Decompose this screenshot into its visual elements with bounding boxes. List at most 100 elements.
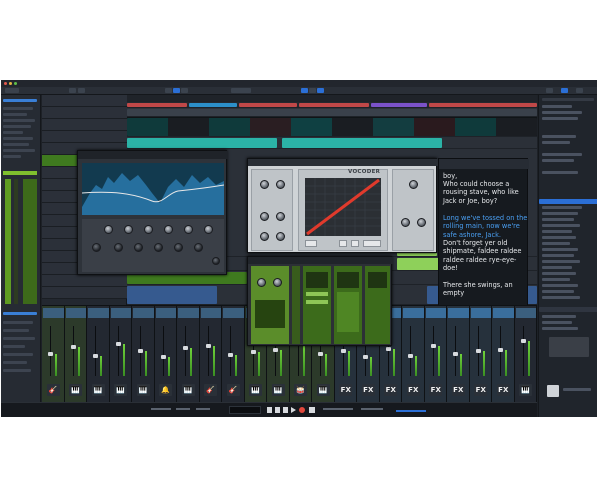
- channel-insert-slots[interactable]: [515, 308, 536, 318]
- browser-item[interactable]: [542, 206, 582, 209]
- vocoder-knob[interactable]: [409, 180, 418, 189]
- arranger-section[interactable]: [371, 103, 427, 107]
- close-window-icon[interactable]: [4, 82, 7, 85]
- channel-fader[interactable]: [138, 349, 144, 353]
- range-tool-button[interactable]: [78, 88, 85, 93]
- browser-item[interactable]: [542, 321, 572, 324]
- inspector-row[interactable]: [3, 107, 33, 110]
- song-selector[interactable]: [5, 88, 19, 93]
- quantize-selector[interactable]: [231, 88, 251, 93]
- browser-item[interactable]: [542, 224, 580, 227]
- audio-lane[interactable]: [127, 137, 537, 149]
- browser-item[interactable]: [542, 266, 572, 269]
- channel-strip[interactable]: 🎹: [177, 306, 200, 402]
- fader-track[interactable]: [522, 326, 524, 376]
- vocoder-knob[interactable]: [276, 212, 285, 221]
- channel-insert-slots[interactable]: [223, 308, 244, 318]
- fader-track[interactable]: [72, 326, 74, 376]
- channel-fader[interactable]: [318, 351, 324, 356]
- track-header[interactable]: [42, 107, 127, 119]
- video-thumbnails[interactable]: [127, 118, 537, 136]
- channel-insert-slots[interactable]: [493, 308, 514, 318]
- channel-fader[interactable]: [340, 349, 346, 353]
- channel-insert-slots[interactable]: [403, 308, 424, 318]
- inspector-channel-name[interactable]: [3, 171, 37, 175]
- browser-item[interactable]: [542, 327, 578, 330]
- inspector-row[interactable]: [3, 337, 35, 340]
- loop-button[interactable]: [309, 407, 315, 413]
- inspector-section-header[interactable]: [3, 312, 37, 315]
- video-track[interactable]: [127, 117, 537, 137]
- instruments-tab-button[interactable]: [561, 88, 568, 93]
- eq-freq-knob[interactable]: [92, 243, 101, 252]
- eq-freq-knob[interactable]: [174, 243, 183, 252]
- inspector-row[interactable]: [3, 131, 23, 134]
- timeline-ruler[interactable]: [127, 95, 537, 102]
- record-button[interactable]: [299, 407, 305, 413]
- vocoder-button[interactable]: [351, 240, 359, 247]
- browser-item[interactable]: [542, 135, 576, 138]
- browser-item[interactable]: [542, 272, 576, 275]
- channel-insert-slots[interactable]: [65, 308, 86, 318]
- browser-item[interactable]: [542, 212, 578, 215]
- vocoder-knob[interactable]: [401, 218, 410, 227]
- channel-strip[interactable]: FX: [402, 306, 425, 402]
- channel-fader[interactable]: [183, 346, 189, 350]
- fader-track[interactable]: [162, 326, 164, 376]
- browser-item[interactable]: [542, 290, 574, 293]
- inspector-row[interactable]: [3, 143, 29, 146]
- fx-slider[interactable]: [306, 300, 328, 304]
- browser-item[interactable]: [542, 117, 578, 120]
- browser-search-field[interactable]: [542, 98, 594, 101]
- effects-tab-button[interactable]: [576, 88, 583, 93]
- eq-band-knob[interactable]: [204, 225, 213, 234]
- channel-insert-slots[interactable]: [200, 308, 221, 318]
- channel-insert-slots[interactable]: [43, 308, 64, 318]
- audio-event[interactable]: [397, 258, 442, 270]
- eq-output-knob[interactable]: [212, 257, 220, 265]
- track-header[interactable]: [42, 287, 127, 299]
- snap-toggle-button[interactable]: [173, 88, 180, 93]
- channel-insert-slots[interactable]: [448, 308, 469, 318]
- channel-fader[interactable]: [273, 347, 279, 352]
- fader-track[interactable]: [432, 326, 434, 376]
- channel-strip[interactable]: 🎹: [514, 306, 537, 402]
- inspector-row[interactable]: [3, 125, 31, 128]
- eq-freq-knob[interactable]: [114, 243, 123, 252]
- stop-button[interactable]: [283, 407, 288, 413]
- channel-fader[interactable]: [115, 341, 121, 346]
- channel-editor-window[interactable]: [247, 256, 393, 346]
- eq-band-knob[interactable]: [104, 225, 113, 234]
- channel-strip[interactable]: 🎸: [222, 306, 245, 402]
- browser-item[interactable]: [542, 315, 576, 318]
- show-page-button[interactable]: [317, 88, 324, 93]
- vocoder-button[interactable]: [363, 240, 381, 247]
- browser-item-selected[interactable]: [539, 199, 597, 204]
- browser-item[interactable]: [542, 111, 582, 114]
- chord-track[interactable]: [127, 108, 537, 117]
- play-button[interactable]: [291, 407, 296, 413]
- browser-item[interactable]: [542, 218, 574, 221]
- browser-item[interactable]: [542, 105, 572, 108]
- fader-track[interactable]: [230, 326, 232, 376]
- arranger-section[interactable]: [127, 103, 187, 107]
- fx-knob[interactable]: [257, 278, 266, 287]
- channel-strip[interactable]: 🎸: [199, 306, 222, 402]
- inspector-row[interactable]: [3, 345, 25, 348]
- fx-slider[interactable]: [306, 292, 328, 296]
- channel-fader[interactable]: [205, 344, 211, 348]
- inspector-row[interactable]: [3, 321, 33, 324]
- arranger-section[interactable]: [189, 103, 237, 107]
- inspector-row[interactable]: [3, 119, 35, 122]
- channel-fader[interactable]: [520, 339, 526, 343]
- eq-band-knob[interactable]: [144, 225, 153, 234]
- inspector-row[interactable]: [3, 369, 31, 372]
- lyrics-window-header[interactable]: [439, 159, 529, 169]
- fast-forward-button[interactable]: [275, 407, 280, 413]
- channel-fader[interactable]: [498, 348, 504, 352]
- channel-fader[interactable]: [93, 354, 99, 358]
- fader-track[interactable]: [95, 326, 97, 376]
- vocoder-band-matrix[interactable]: [305, 178, 381, 236]
- inspector-fader-track[interactable]: [14, 179, 18, 304]
- fx-list[interactable]: [337, 292, 359, 332]
